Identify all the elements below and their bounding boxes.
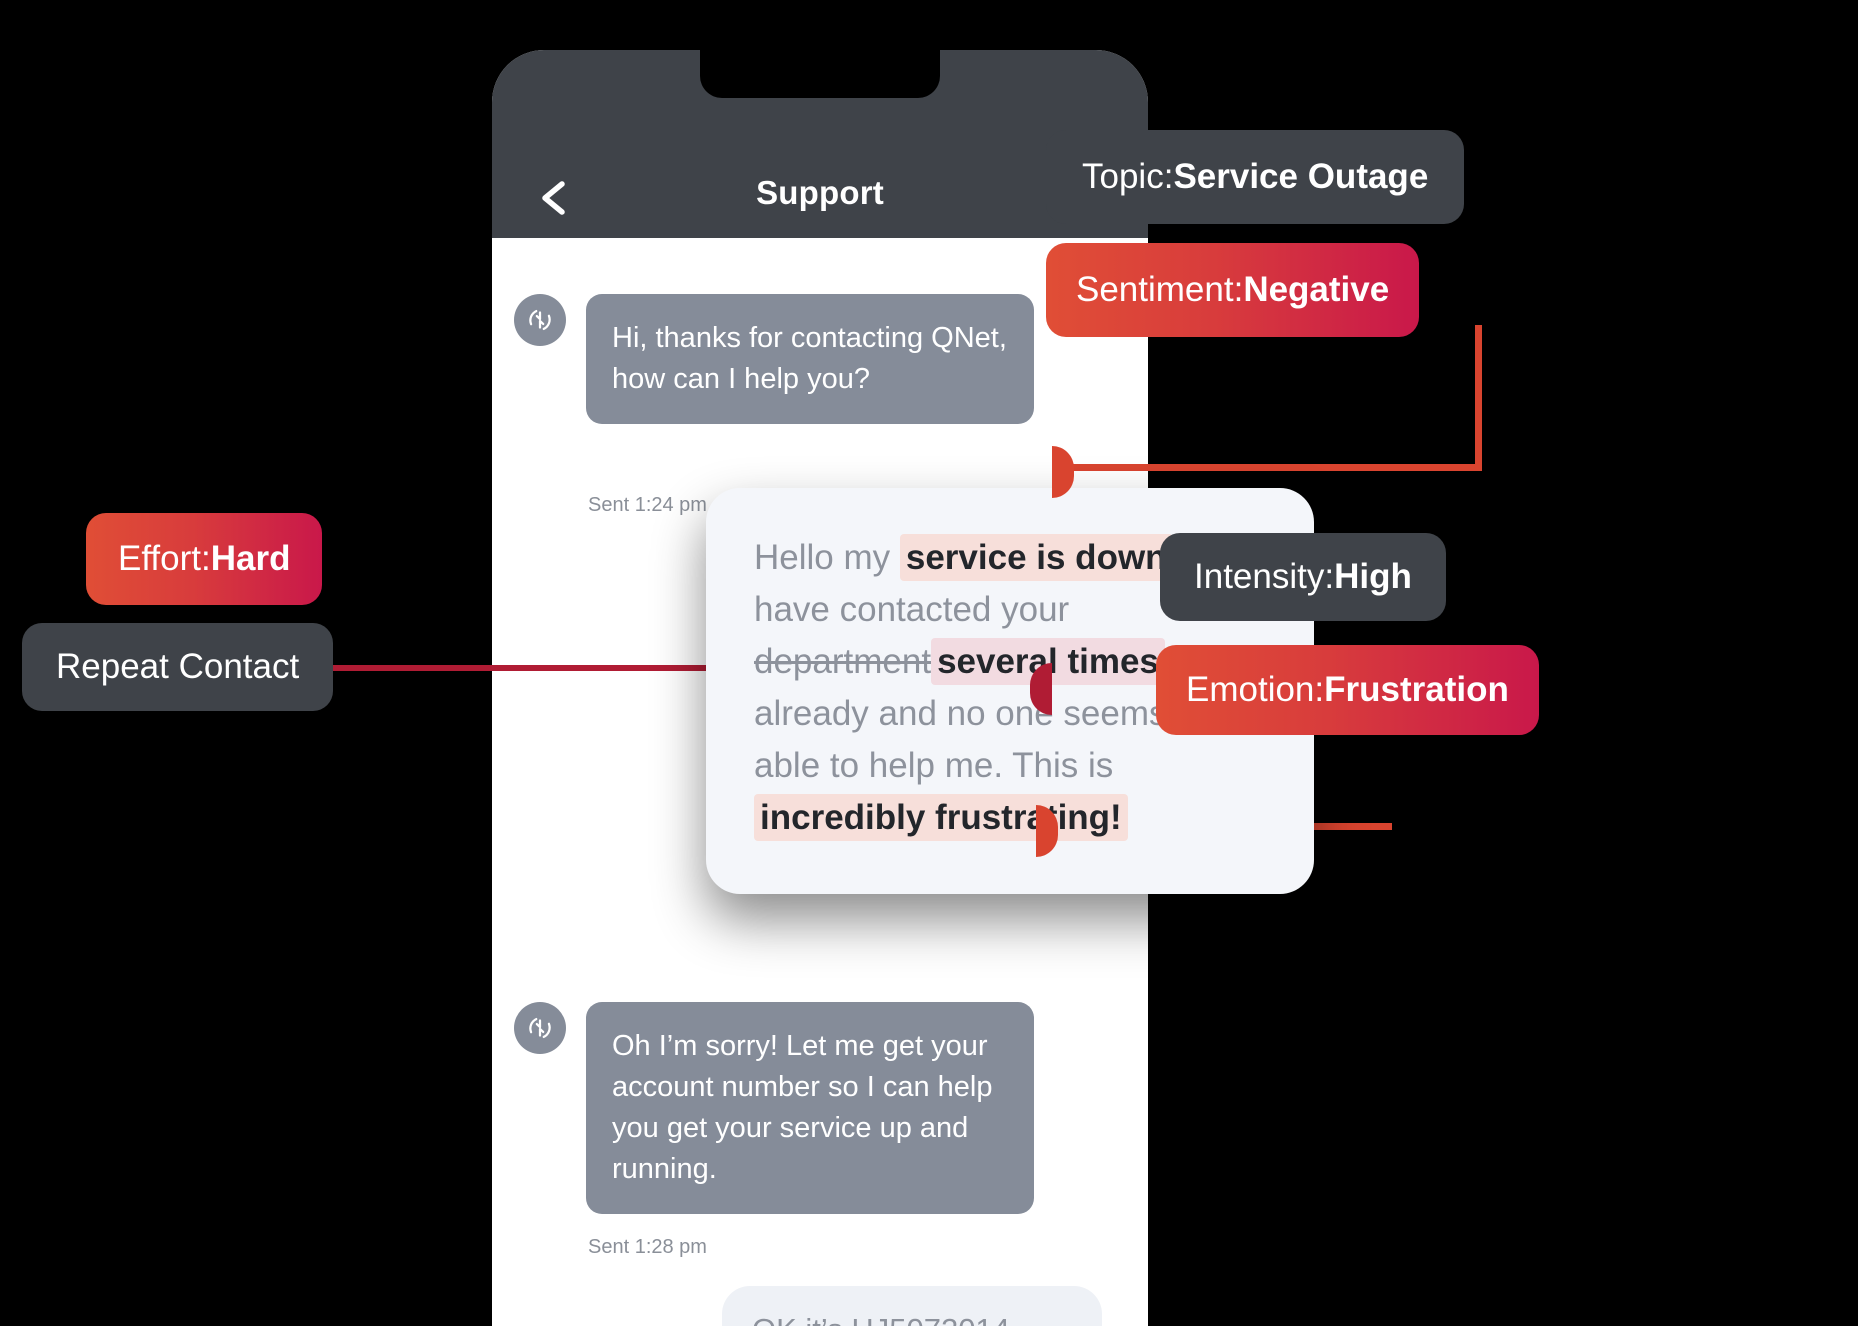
agent-avatar bbox=[514, 1002, 566, 1054]
annotation-tag-effort[interactable]: Effort: Hard bbox=[86, 513, 323, 605]
connector-sentiment-horizontal bbox=[1068, 464, 1482, 471]
annotation-label: Effort: bbox=[118, 539, 211, 578]
text-strikethrough: department bbox=[754, 642, 932, 681]
annotation-label: Emotion: bbox=[1186, 670, 1325, 709]
message-agent-greeting: Hi, thanks for contacting QNet, how can … bbox=[514, 294, 1034, 424]
message-timestamp: Sent 1:24 pm bbox=[588, 494, 707, 516]
annotation-label: Topic: bbox=[1082, 157, 1174, 196]
text-plain: Hello my bbox=[754, 538, 900, 577]
annotation-label: Repeat Contact bbox=[56, 647, 300, 686]
annotation-tag-intensity[interactable]: Intensity: High bbox=[1160, 533, 1446, 621]
annotation-label: Intensity: bbox=[1194, 557, 1335, 596]
annotation-label: Sentiment: bbox=[1076, 270, 1244, 309]
highlight-service-is-down: service is down bbox=[899, 534, 1173, 581]
annotation-value: Service Outage bbox=[1173, 157, 1429, 196]
highlight-incredibly-frustrating: incredibly frustrating! bbox=[754, 794, 1128, 841]
annotation-tag-repeat-contact[interactable]: Repeat Contact bbox=[22, 623, 334, 711]
message-agent-apology: Oh I’m sorry! Let me get your account nu… bbox=[514, 1002, 1034, 1214]
agent-message-bubble: Hi, thanks for contacting QNet, how can … bbox=[586, 294, 1034, 424]
annotation-value: Negative bbox=[1243, 270, 1390, 309]
annotation-tag-sentiment[interactable]: Sentiment: Negative bbox=[1046, 243, 1420, 337]
message-timestamp: Sent 1:28 pm bbox=[588, 1236, 707, 1258]
annotation-tag-topic[interactable]: Topic: Service Outage bbox=[1046, 130, 1465, 224]
annotation-tag-emotion[interactable]: Emotion: Frustration bbox=[1156, 645, 1539, 735]
agent-avatar bbox=[514, 294, 566, 346]
connector-sentiment-vertical bbox=[1475, 325, 1482, 471]
annotation-value: Hard bbox=[210, 539, 291, 578]
customer-message-bubble: OK it’s HJ5072014 bbox=[722, 1286, 1102, 1326]
agent-message-bubble: Oh I’m sorry! Let me get your account nu… bbox=[586, 1002, 1034, 1214]
annotation-value: Frustration bbox=[1324, 670, 1509, 709]
phone-notch bbox=[700, 50, 940, 98]
annotation-value: High bbox=[1334, 557, 1412, 596]
